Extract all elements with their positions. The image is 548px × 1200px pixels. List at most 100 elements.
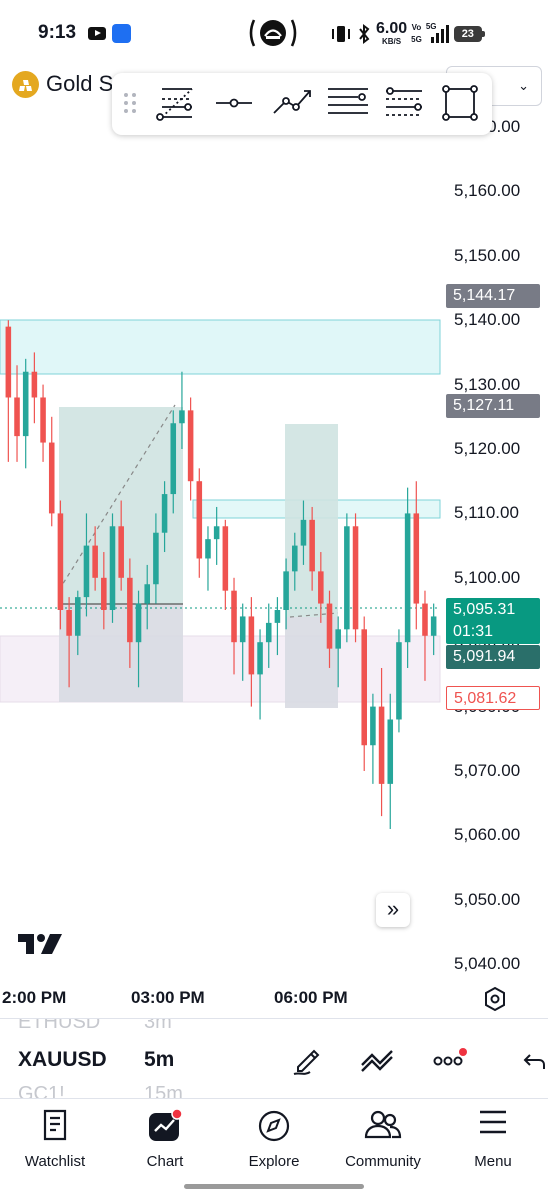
drawing-toolbar bbox=[112, 73, 492, 135]
candle-body bbox=[135, 603, 142, 643]
price-label-high: 5,144.17 bbox=[446, 284, 540, 308]
candle-body bbox=[161, 494, 168, 533]
time-tick-3: 06:00 PM bbox=[274, 988, 348, 1007]
price-tick: 5,060.00 bbox=[454, 825, 521, 845]
fib-retracement-icon[interactable] bbox=[152, 83, 196, 123]
candle-body bbox=[387, 719, 394, 784]
candle-body bbox=[109, 526, 116, 610]
tab-chart[interactable]: Chart bbox=[110, 1099, 220, 1179]
candle-body bbox=[239, 616, 246, 643]
drag-handle-icon[interactable] bbox=[118, 83, 142, 123]
candle-body bbox=[222, 526, 229, 591]
tab-label: Community bbox=[345, 1153, 421, 1170]
double-chevron-right-icon: » bbox=[386, 896, 400, 921]
candle-body bbox=[92, 545, 98, 578]
youtube-icon bbox=[88, 27, 106, 40]
candle-body bbox=[344, 526, 350, 630]
prev-interval[interactable]: 3m bbox=[144, 1019, 172, 1034]
candle-body bbox=[22, 371, 29, 437]
candle-body bbox=[318, 571, 324, 604]
candle-body bbox=[75, 597, 81, 636]
candle-body bbox=[257, 642, 263, 675]
compass-icon bbox=[258, 1110, 290, 1142]
symbol-title[interactable]: Gold S bbox=[46, 71, 113, 97]
battery-icon: 23 bbox=[453, 26, 485, 42]
candle-body bbox=[430, 616, 437, 636]
home-indicator[interactable] bbox=[184, 1184, 364, 1189]
parallel-channel-icon[interactable] bbox=[326, 83, 370, 123]
candle-body bbox=[370, 706, 376, 746]
rectangle-icon[interactable] bbox=[438, 83, 482, 123]
hotspot-icon bbox=[249, 19, 297, 47]
candle-body bbox=[378, 706, 385, 784]
price-tick: 5,040.00 bbox=[454, 954, 521, 974]
candle-body bbox=[326, 603, 333, 649]
candle-body bbox=[144, 584, 150, 604]
chart-settings-icon[interactable] bbox=[482, 986, 508, 1012]
price-label-mid: 5,127.11 bbox=[446, 394, 540, 418]
status-time: 9:13 bbox=[38, 22, 77, 43]
vibrate-icon bbox=[332, 26, 350, 42]
current-interval[interactable]: 5m bbox=[144, 1048, 174, 1072]
candle-body bbox=[118, 526, 124, 578]
price-tick: 5,070.00 bbox=[454, 761, 521, 780]
chart-canvas[interactable] bbox=[0, 110, 548, 985]
menu-icon bbox=[480, 1110, 506, 1134]
candle-body bbox=[283, 571, 289, 610]
undo-icon[interactable] bbox=[522, 1049, 548, 1073]
next-interval[interactable]: 15m bbox=[144, 1083, 183, 1098]
candle-body bbox=[48, 442, 55, 514]
candle-body bbox=[274, 610, 281, 623]
chart-icon bbox=[149, 1109, 183, 1141]
price-label-bid: 5,091.94 bbox=[446, 645, 540, 669]
bluetooth-icon bbox=[359, 24, 370, 44]
candle-body bbox=[205, 539, 211, 559]
candle-body bbox=[31, 371, 38, 398]
volte-indicator: Vo 5G bbox=[411, 23, 422, 44]
candle-body bbox=[422, 603, 428, 636]
current-symbol[interactable]: XAUUSD bbox=[18, 1048, 107, 1072]
price-tick: 5,100.00 bbox=[454, 567, 521, 587]
candle-body bbox=[14, 397, 20, 437]
more-options-icon[interactable] bbox=[432, 1047, 468, 1073]
price-tick: 5,130.00 bbox=[454, 374, 521, 394]
candle-body bbox=[265, 622, 272, 643]
prev-symbol[interactable]: ETHUSD bbox=[18, 1019, 100, 1034]
indicators-icon[interactable] bbox=[360, 1045, 396, 1075]
supply-zone[interactable] bbox=[0, 319, 441, 375]
symbol-bar: ETHUSD 3m XAUUSD 5m GC1! 15m bbox=[0, 1018, 548, 1098]
chevron-down-icon: ⌄ bbox=[518, 78, 529, 93]
gold-symbol-icon bbox=[12, 71, 39, 98]
candle-body bbox=[170, 423, 177, 495]
candle-body bbox=[300, 519, 307, 546]
price-tick: 5,110.00 bbox=[454, 503, 519, 523]
candle-body bbox=[179, 410, 185, 424]
tab-community[interactable]: Community bbox=[328, 1099, 438, 1179]
last-price-value: 5,095.31 bbox=[453, 601, 516, 618]
candle-body bbox=[309, 519, 315, 572]
watchlist-icon bbox=[43, 1109, 67, 1141]
net-speed: 6.00 KB/S bbox=[376, 19, 408, 46]
scroll-to-realtime-button[interactable]: » bbox=[376, 893, 410, 927]
candle-body bbox=[213, 526, 220, 540]
bar-countdown: 01:31 bbox=[453, 623, 494, 640]
app-notification-icon bbox=[112, 24, 131, 43]
status-right-icons: 6.00 KB/S Vo 5G 5G 23 bbox=[330, 19, 485, 48]
fib-channel-icon[interactable] bbox=[382, 83, 426, 123]
tab-label: Menu bbox=[474, 1153, 512, 1170]
tab-menu[interactable]: Menu bbox=[438, 1099, 548, 1179]
path-icon[interactable] bbox=[270, 83, 314, 123]
time-tick-1: 2:00 PM bbox=[2, 988, 67, 1007]
candle-body bbox=[57, 513, 64, 610]
tab-watchlist[interactable]: Watchlist bbox=[0, 1099, 110, 1179]
tradingview-logo bbox=[18, 934, 62, 954]
price-tick: 5,140.00 bbox=[454, 310, 521, 330]
horizontal-ray-icon[interactable] bbox=[212, 83, 256, 123]
price-tick: 5,160.00 bbox=[454, 181, 521, 201]
candle-body bbox=[101, 577, 107, 610]
tab-explore[interactable]: Explore bbox=[219, 1099, 329, 1179]
candle-body bbox=[5, 326, 12, 398]
next-symbol[interactable]: GC1! bbox=[18, 1083, 65, 1098]
pencil-draw-icon[interactable] bbox=[290, 1043, 324, 1077]
price-tick: 5,120.00 bbox=[454, 439, 521, 458]
